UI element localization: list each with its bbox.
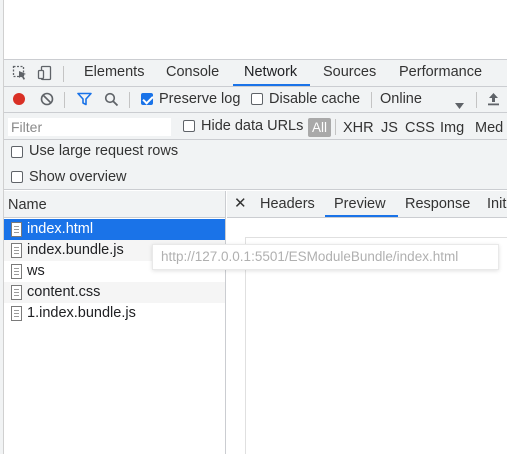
request-name: content.css (27, 284, 101, 300)
document-icon (11, 306, 22, 321)
filter-type-xhr[interactable]: XHR (343, 120, 374, 136)
close-icon[interactable]: ✕ (234, 194, 247, 212)
divider (63, 66, 64, 82)
active-tab-indicator (233, 84, 310, 86)
hide-data-urls-label[interactable]: Hide data URLs (201, 118, 303, 134)
tab-performance[interactable]: Performance (399, 64, 482, 87)
network-toolbar: Preserve log Disable cache Online (4, 87, 507, 113)
name-column-header[interactable]: Name (4, 191, 225, 218)
divider (371, 92, 372, 108)
divider (64, 92, 65, 108)
import-har-icon[interactable] (487, 92, 500, 109)
request-row[interactable]: index.html (4, 219, 225, 240)
name-column-label: Name (8, 197, 47, 213)
hide-data-urls-checkbox[interactable] (183, 120, 195, 132)
throttling-select[interactable]: Online (380, 91, 422, 107)
tab-elements[interactable]: Elements (84, 64, 144, 87)
filter-type-js[interactable]: JS (381, 120, 398, 136)
tab-console[interactable]: Console (166, 64, 219, 87)
filter-bar: Filter Hide data URLs All XHR JS CSS Img… (4, 113, 507, 140)
filter-type-img[interactable]: Img (440, 120, 464, 136)
tab-response[interactable]: Response (405, 196, 470, 212)
record-icon[interactable] (13, 93, 25, 105)
filter-type-all[interactable]: All (308, 118, 331, 137)
request-name: index.html (27, 221, 94, 237)
tab-initiator[interactable]: Init (487, 196, 506, 212)
request-row[interactable]: 1.index.bundle.js (4, 303, 225, 324)
large-rows-label[interactable]: Use large request rows (29, 143, 178, 159)
network-options: Use large request rows Show overview (4, 140, 507, 190)
filter-input[interactable]: Filter (7, 117, 172, 137)
disable-cache-label[interactable]: Disable cache (269, 91, 360, 107)
document-icon (11, 243, 22, 258)
show-overview-label[interactable]: Show overview (29, 169, 127, 185)
device-toolbar-icon[interactable] (37, 65, 53, 81)
disable-cache-checkbox[interactable] (251, 93, 263, 105)
inspect-element-icon[interactable] (12, 65, 28, 81)
request-name: index.bundle.js (27, 242, 124, 258)
document-icon (11, 285, 22, 300)
detail-tabbar: ✕ Headers Preview Response Init (227, 191, 507, 218)
clear-icon[interactable] (40, 92, 54, 109)
filter-type-css[interactable]: CSS (405, 120, 435, 136)
divider (335, 119, 336, 135)
search-icon[interactable] (104, 92, 119, 110)
divider (129, 92, 130, 108)
url-tooltip: http://127.0.0.1:5501/ESModuleBundle/ind… (152, 244, 499, 270)
preserve-log-label[interactable]: Preserve log (159, 91, 240, 107)
tab-sources[interactable]: Sources (323, 64, 376, 87)
document-icon (11, 264, 22, 279)
filter-type-media[interactable]: Med (475, 120, 503, 136)
request-list: Name index.html index.bundle.js ws conte… (4, 191, 226, 454)
request-name: ws (27, 263, 45, 279)
show-overview-checkbox[interactable] (11, 171, 23, 183)
dropdown-arrow-icon[interactable] (455, 96, 464, 112)
large-rows-checkbox[interactable] (11, 146, 23, 158)
request-name: 1.index.bundle.js (27, 305, 136, 321)
document-icon (11, 222, 22, 237)
active-detail-tab-indicator (325, 215, 398, 217)
tab-headers[interactable]: Headers (260, 196, 315, 212)
divider (476, 92, 477, 108)
devtools-tabbar: Elements Console Network Sources Perform… (4, 59, 507, 87)
tab-preview[interactable]: Preview (334, 196, 386, 212)
preserve-log-checkbox[interactable] (141, 93, 153, 105)
request-row[interactable]: content.css (4, 282, 225, 303)
filter-icon[interactable] (77, 92, 92, 109)
